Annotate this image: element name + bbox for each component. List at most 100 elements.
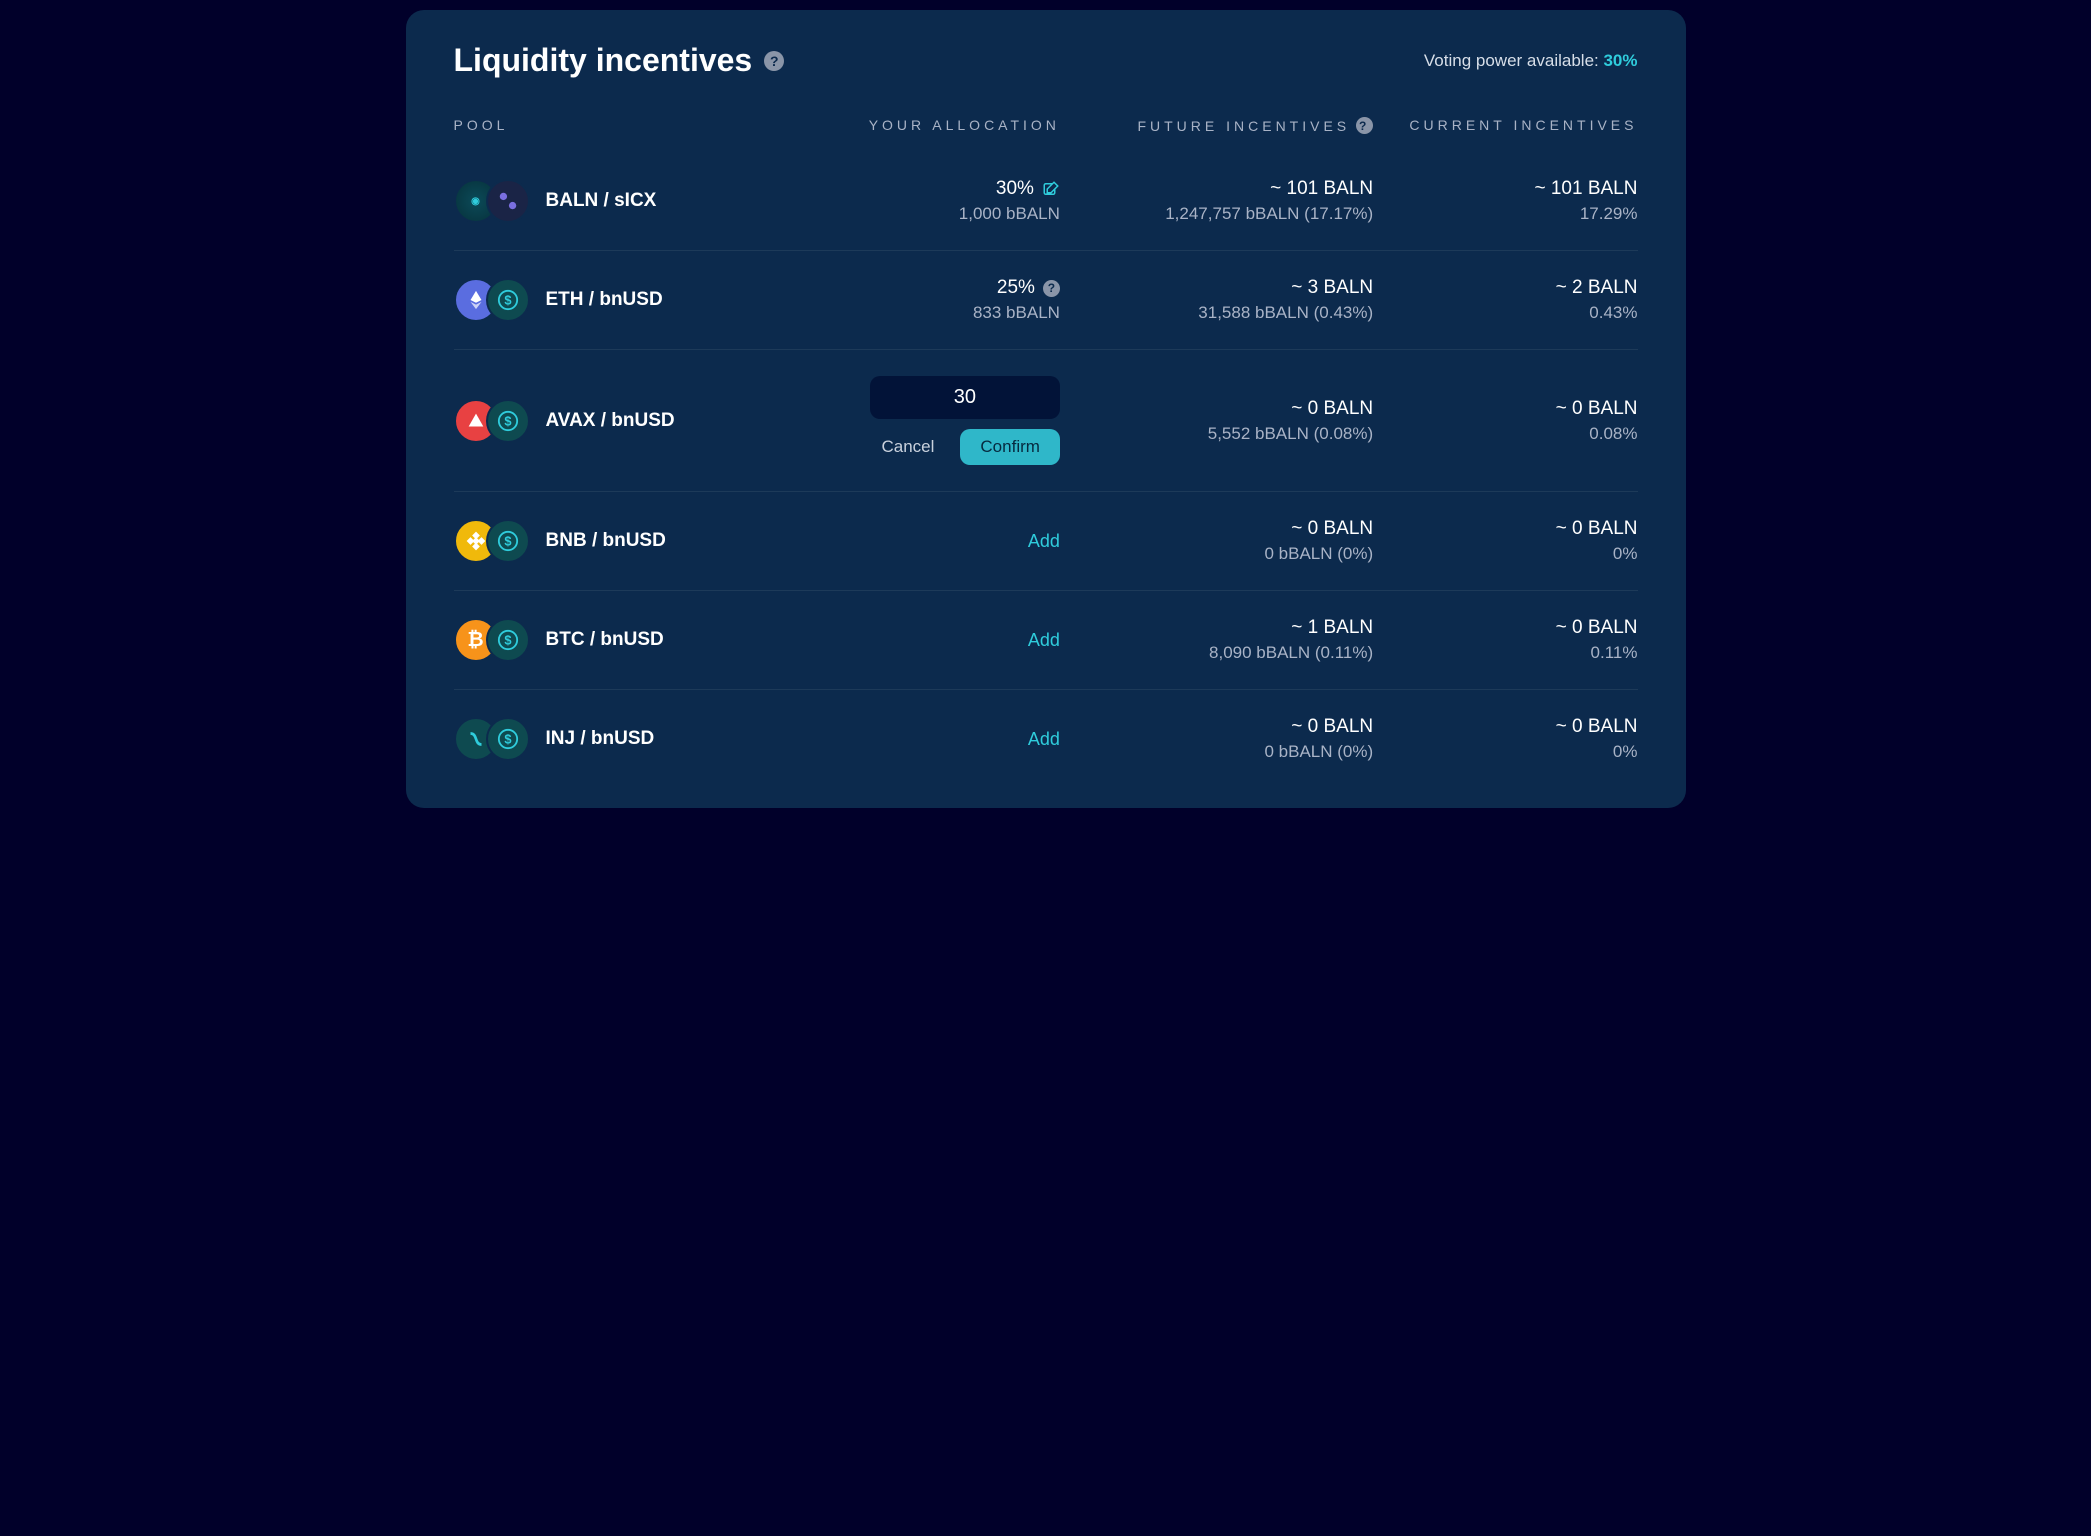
pair-icons: $ [454, 278, 530, 322]
panel-header: Liquidity incentives ? Voting power avai… [454, 42, 1638, 79]
allocation-sub: 1,000 bBALN [816, 204, 1060, 224]
svg-text:$: $ [504, 293, 511, 308]
allocation-cell: 25% ? 833 bBALN [816, 277, 1060, 323]
pool-cell: $ ETH / bnUSD [454, 278, 796, 322]
future-incentives-cell: ~ 3 BALN 31,588 bBALN (0.43%) [1080, 277, 1373, 323]
allocation-input[interactable] [870, 376, 1060, 419]
future-incentives-cell: ~ 1 BALN 8,090 bBALN (0.11%) [1080, 617, 1373, 663]
coin-icon-usd: $ [486, 717, 530, 761]
pair-icons: $ [454, 519, 530, 563]
pool-cell: $ AVAX / bnUSD [454, 399, 796, 443]
coin-icon-icx [486, 179, 530, 223]
current-top: ~ 101 BALN [1393, 178, 1637, 200]
col-header-future: FUTURE INCENTIVES ? [1080, 117, 1373, 134]
allocation-cell: Add [816, 729, 1060, 750]
table-row: ₿ $ BTC / bnUSD Add ~ 1 BALN 8,090 bBALN … [454, 591, 1638, 690]
current-top: ~ 2 BALN [1393, 277, 1637, 299]
coin-icon-usd: $ [486, 278, 530, 322]
coin-icon-usd: $ [486, 618, 530, 662]
future-top: ~ 101 BALN [1080, 178, 1373, 200]
svg-text:$: $ [504, 413, 511, 428]
future-incentives-cell: ~ 0 BALN 0 bBALN (0%) [1080, 518, 1373, 564]
future-sub: 1,247,757 bBALN (17.17%) [1080, 204, 1373, 224]
svg-text:$: $ [504, 633, 511, 648]
current-sub: 17.29% [1393, 204, 1637, 224]
help-icon[interactable]: ? [764, 51, 784, 71]
pool-cell: $ BNB / bnUSD [454, 519, 796, 563]
future-incentives-cell: ~ 0 BALN 5,552 bBALN (0.08%) [1080, 398, 1373, 444]
edit-actions: Cancel Confirm [881, 429, 1059, 465]
rows-container: ◉ BALN / sICX 30% 1,000 bBALN ~ 101 BALN… [454, 152, 1638, 788]
future-top: ~ 0 BALN [1080, 398, 1373, 420]
add-button[interactable]: Add [1028, 531, 1060, 551]
current-incentives-cell: ~ 101 BALN 17.29% [1393, 178, 1637, 224]
allocation-cell: Add [816, 531, 1060, 552]
allocation-percent: 30% [996, 178, 1034, 200]
current-top: ~ 0 BALN [1393, 518, 1637, 540]
allocation-percent-row: 30% [816, 178, 1060, 200]
coin-icon-usd: $ [486, 519, 530, 563]
allocation-sub: 833 bBALN [816, 303, 1060, 323]
cancel-button[interactable]: Cancel [881, 437, 934, 457]
allocation-cell: Add [816, 630, 1060, 651]
liquidity-incentives-panel: Liquidity incentives ? Voting power avai… [406, 10, 1686, 808]
current-sub: 0.43% [1393, 303, 1637, 323]
current-incentives-cell: ~ 2 BALN 0.43% [1393, 277, 1637, 323]
current-incentives-cell: ~ 0 BALN 0.08% [1393, 398, 1637, 444]
future-top: ~ 3 BALN [1080, 277, 1373, 299]
help-icon[interactable]: ? [1043, 280, 1060, 297]
pool-cell: $ INJ / bnUSD [454, 717, 796, 761]
pool-name: BALN / sICX [546, 190, 657, 212]
columns-header: POOL YOUR ALLOCATION FUTURE INCENTIVES ?… [454, 117, 1638, 134]
table-row: $ BNB / bnUSD Add ~ 0 BALN 0 bBALN (0%) ~… [454, 492, 1638, 591]
future-sub: 0 bBALN (0%) [1080, 742, 1373, 762]
current-sub: 0.11% [1393, 643, 1637, 663]
current-top: ~ 0 BALN [1393, 617, 1637, 639]
current-top: ~ 0 BALN [1393, 716, 1637, 738]
col-header-current: CURRENT INCENTIVES [1393, 117, 1637, 134]
add-button[interactable]: Add [1028, 630, 1060, 650]
svg-text:$: $ [504, 732, 511, 747]
future-sub: 31,588 bBALN (0.43%) [1080, 303, 1373, 323]
edit-icon[interactable] [1042, 180, 1060, 198]
future-incentives-cell: ~ 101 BALN 1,247,757 bBALN (17.17%) [1080, 178, 1373, 224]
future-sub: 5,552 bBALN (0.08%) [1080, 424, 1373, 444]
allocation-percent: 25% [997, 277, 1035, 299]
table-row: $ INJ / bnUSD Add ~ 0 BALN 0 bBALN (0%) ~… [454, 690, 1638, 788]
table-row: $ ETH / bnUSD 25% ? 833 bBALN ~ 3 BALN 3… [454, 251, 1638, 350]
allocation-cell: 30% 1,000 bBALN [816, 178, 1060, 224]
future-sub: 8,090 bBALN (0.11%) [1080, 643, 1373, 663]
svg-text:$: $ [504, 534, 511, 549]
confirm-button[interactable]: Confirm [960, 429, 1060, 465]
help-icon[interactable]: ? [1356, 117, 1373, 134]
page-title: Liquidity incentives ? [454, 42, 785, 79]
pool-cell: ◉ BALN / sICX [454, 179, 796, 223]
pair-icons: ₿ $ [454, 618, 530, 662]
voting-power-value: 30% [1603, 51, 1637, 70]
future-top: ~ 1 BALN [1080, 617, 1373, 639]
future-incentives-cell: ~ 0 BALN 0 bBALN (0%) [1080, 716, 1373, 762]
pair-icons: $ [454, 717, 530, 761]
add-button[interactable]: Add [1028, 729, 1060, 749]
voting-power-label: Voting power available: [1424, 51, 1604, 70]
pair-icons: $ [454, 399, 530, 443]
current-sub: 0.08% [1393, 424, 1637, 444]
pool-name: ETH / bnUSD [546, 289, 663, 311]
pair-icons: ◉ [454, 179, 530, 223]
voting-power: Voting power available: 30% [1424, 51, 1638, 71]
table-row: ◉ BALN / sICX 30% 1,000 bBALN ~ 101 BALN… [454, 152, 1638, 251]
current-incentives-cell: ~ 0 BALN 0% [1393, 518, 1637, 564]
current-incentives-cell: ~ 0 BALN 0% [1393, 716, 1637, 762]
current-top: ~ 0 BALN [1393, 398, 1637, 420]
col-header-future-text: FUTURE INCENTIVES [1137, 118, 1350, 134]
col-header-allocation: YOUR ALLOCATION [816, 117, 1060, 134]
pool-cell: ₿ $ BTC / bnUSD [454, 618, 796, 662]
current-sub: 0% [1393, 544, 1637, 564]
coin-icon-usd: $ [486, 399, 530, 443]
allocation-edit-box: Cancel Confirm [816, 376, 1060, 465]
pool-name: BNB / bnUSD [546, 530, 666, 552]
future-top: ~ 0 BALN [1080, 518, 1373, 540]
title-text: Liquidity incentives [454, 42, 753, 79]
pool-name: AVAX / bnUSD [546, 410, 675, 432]
pool-name: BTC / bnUSD [546, 629, 664, 651]
